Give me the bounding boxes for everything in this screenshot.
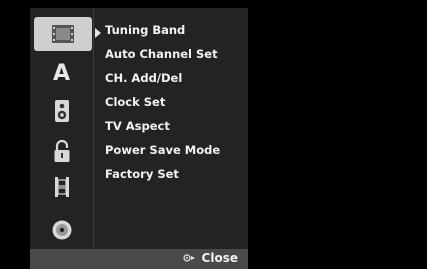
sidebar-item-recording[interactable]: [30, 172, 93, 202]
sidebar-item-general[interactable]: [34, 17, 92, 51]
menu-item-factory-set[interactable]: Factory Set: [105, 166, 220, 190]
sidebar-item-lock[interactable]: [30, 136, 93, 166]
padlock-icon: [54, 139, 69, 162]
language-letter-a-icon: A: [52, 60, 71, 86]
setup-category-sidebar: A: [30, 8, 94, 249]
selected-category-arrow-icon: [95, 28, 101, 38]
close-label: Close: [201, 251, 238, 265]
sidebar-item-disc[interactable]: [30, 215, 93, 245]
speaker-icon: [54, 100, 69, 122]
sidebar-item-language[interactable]: A: [30, 58, 93, 88]
film-strip-icon: [52, 25, 74, 43]
film-reel-icon: [54, 177, 69, 197]
menu-item-power-save-mode[interactable]: Power Save Mode: [105, 142, 220, 166]
disc-icon: [52, 220, 71, 240]
sidebar-item-audio[interactable]: [30, 96, 93, 126]
remote-return-icon: [182, 254, 195, 262]
menu-item-auto-channel-set[interactable]: Auto Channel Set: [105, 46, 220, 70]
menu-item-tv-aspect[interactable]: TV Aspect: [105, 118, 220, 142]
setup-menu-panel: A Tuning Band Auto Channel Set CH. Add/D…: [30, 8, 248, 269]
menu-item-ch-add-del[interactable]: CH. Add/Del: [105, 70, 220, 94]
menu-item-tuning-band[interactable]: Tuning Band: [105, 22, 220, 46]
setup-options-list: Tuning Band Auto Channel Set CH. Add/Del…: [105, 22, 220, 190]
menu-item-clock-set[interactable]: Clock Set: [105, 94, 220, 118]
menu-footer: Close: [30, 249, 248, 269]
close-button[interactable]: Close: [182, 251, 238, 265]
